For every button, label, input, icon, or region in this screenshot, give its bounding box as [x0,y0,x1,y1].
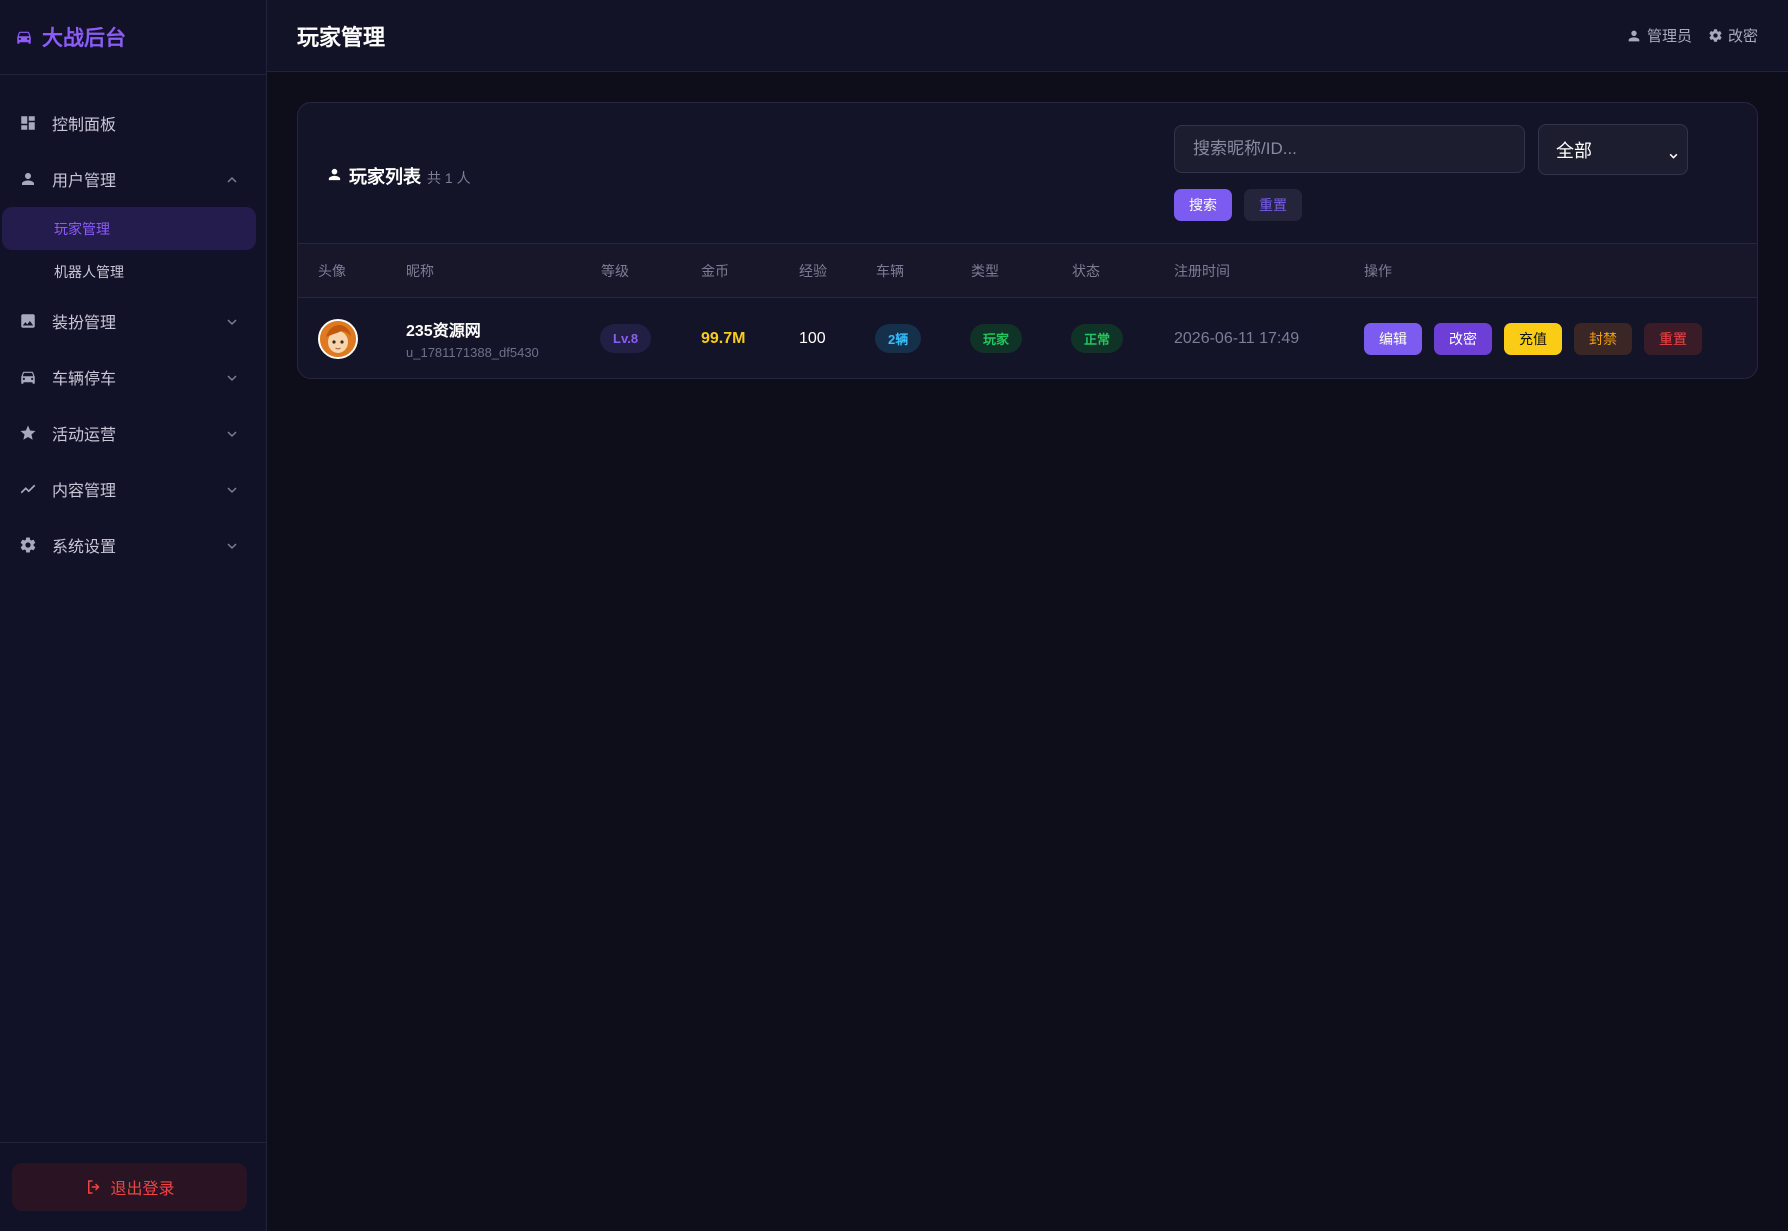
avatar[interactable] [318,318,358,359]
card-header: 玩家列表 共 1 人 全部 搜索 重置 [298,103,1757,244]
logout-button[interactable]: 退出登录 [12,1163,247,1211]
sidebar-subitem-label: 玩家管理 [54,220,110,237]
chevron-down-icon [226,483,238,501]
page-title: 玩家管理 [297,24,386,50]
sidebar-item-users[interactable]: 用户管理 [0,151,266,207]
sidebar-item-events[interactable]: 活动运营 [0,405,266,461]
gear-icon [1708,28,1728,43]
status-badge: 正常 [1071,324,1124,353]
logout-icon [84,1178,110,1196]
type-filter-value: 全部 [1556,140,1592,161]
sidebar-item-label: 控制面板 [52,117,117,134]
sidebar-subitem-robots[interactable]: 机器人管理 [2,250,256,293]
player-count: 共 1 人 [427,170,471,186]
col-registered: 注册时间 [1174,263,1230,279]
type-badge: 玩家 [970,324,1023,353]
col-type: 类型 [971,263,999,279]
registered-time: 2026-06-11 17:49 [1174,329,1300,347]
sidebar-item-label: 装扮管理 [52,315,117,332]
card-title: 玩家列表 共 1 人 [326,163,471,189]
col-avatar: 头像 [318,263,346,279]
table-header: 头像 昵称 等级 金币 经验 车辆 类型 状态 注册时间 操作 [298,244,1757,298]
player-list-card: 玩家列表 共 1 人 全部 搜索 重置 头像 昵称 等级 金币 经验 车辆 类型… [297,102,1758,379]
player-nickname: 235资源网 [406,323,481,340]
sidebar-item-content[interactable]: 内容管理 [0,461,266,517]
col-coins: 金币 [701,263,729,279]
vehicles-badge[interactable]: 2辆 [875,324,922,353]
chevron-down-icon [1668,145,1679,166]
sidebar-item-label: 活动运营 [52,427,117,444]
col-nickname: 昵称 [406,263,434,279]
image-icon [18,311,38,331]
sidebar-item-costumes[interactable]: 装扮管理 [0,293,266,349]
sidebar-item-label: 内容管理 [52,483,117,500]
col-vehicles: 车辆 [876,263,904,279]
type-filter-select[interactable]: 全部 [1538,124,1688,175]
sidebar: 大战后台 控制面板 用户管理 玩家管理 机器人管理 装扮管理 车辆停车 活动运营… [0,0,267,1231]
star-icon [18,423,38,443]
col-exp: 经验 [799,263,827,279]
car-icon [18,367,38,387]
vehicles-cell: 2辆 [875,298,922,378]
sidebar-item-vehicles[interactable]: 车辆停车 [0,349,266,405]
sidebar-item-dashboard[interactable]: 控制面板 [0,95,266,151]
nickname-cell: 235资源网 u_1781171388_df5430 [406,298,539,378]
exp-cell: 100 [799,298,826,378]
admin-label: 管理员 [1646,28,1692,45]
car-icon [14,28,42,46]
coins-cell: 99.7M [701,298,746,378]
sidebar-item-label: 车辆停车 [52,371,117,388]
search-input[interactable] [1174,125,1525,173]
sidebar-subitem-label: 机器人管理 [54,263,124,280]
change-password-label: 改密 [1727,28,1758,45]
change-password-link[interactable]: 改密 [1708,25,1758,46]
col-actions: 操作 [1364,263,1392,279]
col-status: 状态 [1072,263,1100,279]
chevron-down-icon [226,427,238,445]
chevron-up-icon [226,173,238,191]
table-row: 235资源网 u_1781171388_df5430 Lv.8 99.7M 10… [298,298,1757,378]
recharge-button[interactable]: 充值 [1504,322,1562,355]
topbar-actions: 管理员 改密 [1610,25,1758,46]
sidebar-item-settings[interactable]: 系统设置 [0,517,266,573]
chevron-down-icon [226,371,238,389]
user-icon [326,166,349,183]
sidebar-nav: 控制面板 用户管理 玩家管理 机器人管理 装扮管理 车辆停车 活动运营 内容管理… [0,75,266,573]
edit-button[interactable]: 编辑 [1364,322,1422,355]
sidebar-item-label: 用户管理 [52,173,117,190]
actions-cell: 编辑 改密 充值 封禁 重置 [1364,298,1714,378]
admin-menu[interactable]: 管理员 [1626,25,1692,46]
coins-value: 99.7M [701,329,746,347]
avatar-cell [318,298,358,378]
player-id: u_1781171388_df5430 [406,345,539,360]
divider [0,1142,266,1143]
reset-player-button[interactable]: 重置 [1644,322,1702,355]
user-icon [18,169,38,189]
status-cell: 正常 [1071,298,1124,378]
registered-cell: 2026-06-11 17:49 [1174,298,1300,378]
chevron-down-icon [226,315,238,333]
dashboard-icon [18,113,38,133]
trend-icon [18,479,38,499]
reset-button[interactable]: 重置 [1244,189,1302,221]
ban-button[interactable]: 封禁 [1574,322,1632,355]
card-title-text: 玩家列表 [349,167,421,187]
search-button[interactable]: 搜索 [1174,189,1232,221]
level-cell: Lv.8 [600,298,652,378]
logout-label: 退出登录 [110,1181,175,1198]
exp-value: 100 [799,329,826,347]
brand-title: 大战后台 [42,27,126,50]
chevron-down-icon [226,539,238,557]
user-icon [1626,28,1647,44]
sidebar-subitem-players[interactable]: 玩家管理 [2,207,256,250]
brand[interactable]: 大战后台 [0,0,266,75]
type-cell: 玩家 [970,298,1023,378]
col-level: 等级 [601,263,629,279]
sidebar-item-label: 系统设置 [52,539,117,556]
level-badge: Lv.8 [600,324,652,353]
topbar: 玩家管理 管理员 改密 [267,0,1788,72]
gear-icon [18,535,38,555]
change-password-button[interactable]: 改密 [1434,322,1492,355]
